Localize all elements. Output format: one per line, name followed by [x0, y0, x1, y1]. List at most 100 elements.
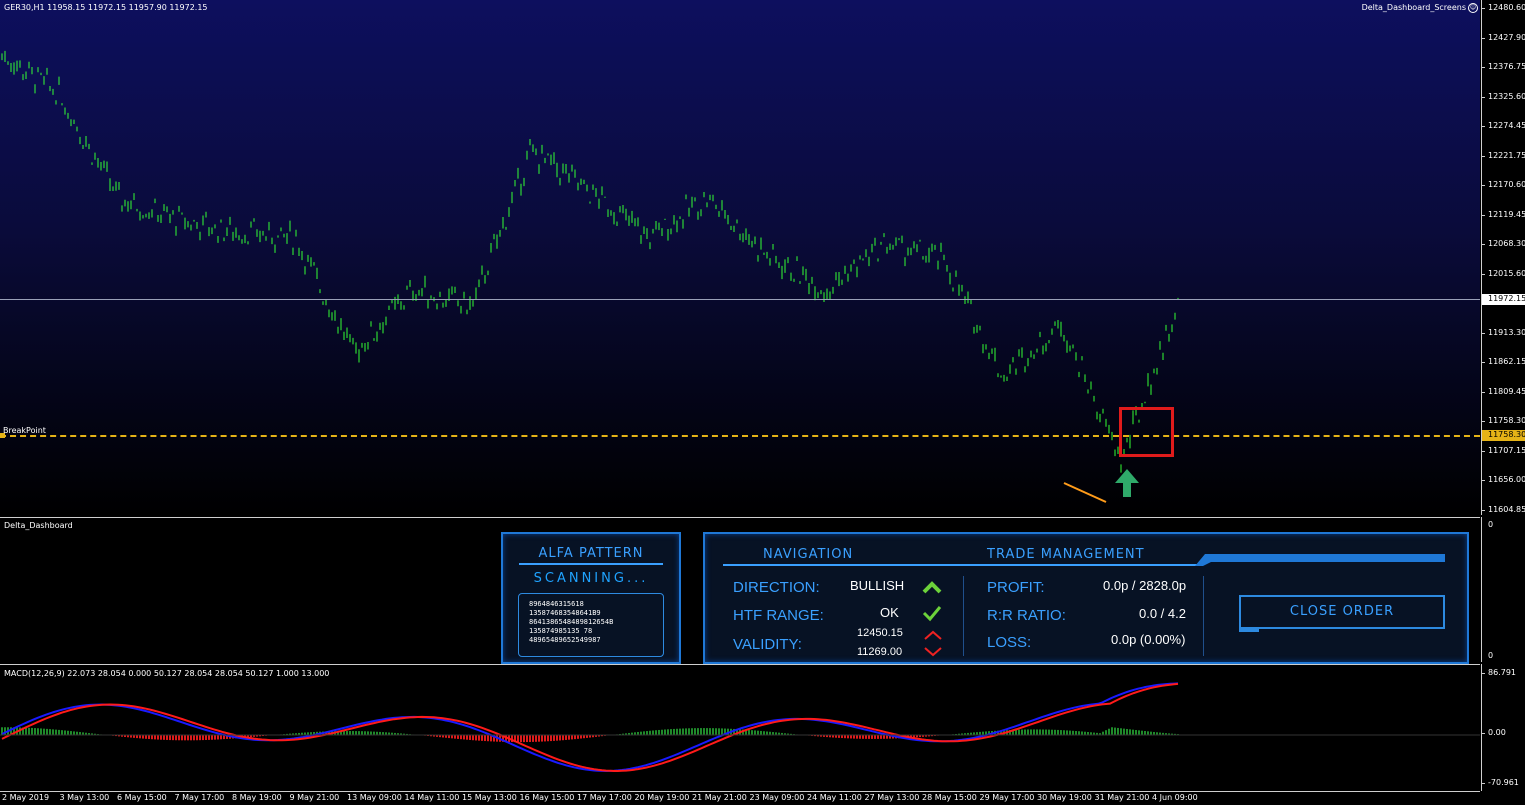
price-tick: 11758.30 [1481, 416, 1525, 425]
header-accent [1195, 554, 1445, 566]
digit-line: 8641386548489812654B [529, 618, 614, 626]
price-tick: 11604.85 [1481, 505, 1525, 514]
macd-axis: 86.791 0.00 -70.961 [1481, 664, 1525, 791]
price-tick: 12480.60 [1481, 3, 1525, 12]
time-label: 3 May 13:00 [59, 793, 110, 802]
divergence-trendline [1063, 482, 1107, 503]
price-axis[interactable]: 12480.60 12427.90 12376.75 12325.60 12274.45… [1481, 0, 1525, 515]
macd-line [1, 682, 1179, 773]
alfa-pattern-panel: ALFA PATTERN SCANNING... 8964846315618 13… [501, 532, 681, 664]
macd-tick-bottom: -70.961 [1481, 778, 1525, 787]
checkmark-icon [922, 606, 942, 622]
chevron-down-red-icon [924, 647, 942, 657]
chevron-up-icon [922, 581, 942, 594]
time-label: 8 May 19:00 [232, 793, 282, 802]
signal-line [1, 682, 1179, 772]
price-tick: 12068.30 [1481, 239, 1525, 248]
digit-line: 8964846315618 [529, 600, 584, 608]
breakpoint-label: BreakPoint [3, 426, 46, 435]
price-tick: 12170.60 [1481, 180, 1525, 189]
scanning-status: SCANNING... [533, 571, 649, 586]
breakpoint-price-tag: 11758.30 [1482, 430, 1525, 441]
dashboard-label: Delta_Dashboard [4, 521, 73, 530]
htf-range-value: OK [880, 605, 899, 620]
loss-value: 0.0p (0.00%) [1111, 632, 1186, 647]
dashboard-pane: Delta_Dashboard ALFA PATTERN SCANNING...… [0, 517, 1480, 664]
column-divider [963, 576, 964, 656]
alfa-title: ALFA PATTERN [538, 546, 644, 561]
time-label: 30 May 19:00 [1037, 793, 1092, 802]
digit-stream: 8964846315618 135874683548641B9 8641386548… [518, 593, 664, 657]
button-accent [1239, 629, 1259, 632]
time-label: 27 May 13:00 [864, 793, 920, 802]
profit-value: 0.0p / 2828.0p [1103, 578, 1187, 593]
time-label: 21 May 21:00 [692, 793, 747, 802]
time-label: 15 May 13:00 [462, 793, 517, 802]
price-candles [1, 50, 1179, 473]
loss-label: LOSS: [987, 634, 1032, 651]
time-label: 16 May 15:00 [519, 793, 575, 802]
buy-arrow-icon [1115, 469, 1139, 497]
price-tick: 12427.90 [1481, 33, 1525, 42]
macd-pane: MACD(12,26,9) 22.073 28.054 0.000 50.127… [0, 664, 1480, 792]
time-label: 13 May 09:00 [347, 793, 402, 802]
close-order-button[interactable]: CLOSE ORDER [1239, 595, 1445, 629]
price-tick: 12376.75 [1481, 62, 1525, 71]
time-label: 20 May 19:00 [634, 793, 690, 802]
direction-label: DIRECTION: [733, 579, 820, 596]
price-tick: 12325.60 [1481, 92, 1525, 101]
signal-box [1119, 407, 1174, 457]
direction-value: BULLISH [850, 578, 905, 593]
time-label: 14 May 11:00 [404, 793, 460, 802]
price-tick: 12119.45 [1481, 210, 1525, 219]
time-label: 29 May 17:00 [979, 793, 1035, 802]
rr-ratio-label: R:R RATIO: [987, 607, 1066, 624]
header-divider [723, 564, 1203, 566]
macd-chart [0, 682, 1480, 773]
dashboard-axis: 0 0 [1481, 517, 1525, 662]
column-divider-2 [1203, 576, 1204, 656]
validity-high: 12450.15 [857, 627, 903, 639]
time-label: 28 May 15:00 [922, 793, 977, 802]
time-label: 4 Jun 09:00 [1152, 793, 1198, 802]
trade-management-title: TRADE MANAGEMENT [987, 547, 1145, 562]
breakpoint-anchor[interactable] [0, 433, 5, 438]
time-label: 9 May 21:00 [289, 793, 340, 802]
time-label: 23 May 09:00 [749, 793, 805, 802]
price-tick: 11862.15 [1481, 357, 1525, 366]
price-tick: 12015.60 [1481, 269, 1525, 278]
price-tick: 11913.30 [1481, 328, 1525, 337]
chevron-up-red-icon [924, 630, 942, 640]
dash-axis-top: 0 [1488, 520, 1494, 529]
validity-low: 11269.00 [857, 646, 903, 658]
rr-ratio-value: 0.0 / 4.2 [1139, 606, 1186, 621]
time-label: 6 May 15:00 [117, 793, 167, 802]
price-tick: 11707.15 [1481, 446, 1525, 455]
price-tick: 12221.75 [1481, 151, 1525, 160]
navigation-title: NAVIGATION [763, 547, 854, 562]
current-price-tag: 11972.15 [1482, 294, 1525, 305]
breakpoint-line[interactable] [0, 435, 1480, 437]
dash-axis-bottom: 0 [1488, 651, 1494, 660]
validity-label: VALIDITY: [733, 636, 802, 653]
digit-line: 135874683548641B9 [529, 609, 601, 617]
alfa-divider [519, 563, 663, 565]
navigation-trade-panel: NAVIGATION TRADE MANAGEMENT DIRECTION: B… [703, 532, 1469, 664]
time-label: 31 May 21:00 [1094, 793, 1150, 802]
macd-tick-zero: 0.00 [1481, 728, 1525, 737]
main-chart[interactable]: GER30,H1 11958.15 11972.15 11957.90 1197… [0, 0, 1480, 515]
profit-label: PROFIT: [987, 579, 1045, 596]
time-label: 2 May 2019 [2, 793, 50, 802]
time-axis: 2 May 2019 3 May 13:00 6 May 15:00 7 May 17… [0, 791, 1480, 805]
macd-tick-top: 86.791 [1481, 668, 1525, 677]
price-tick: 11809.45 [1481, 387, 1525, 396]
time-label: 17 May 17:00 [577, 793, 632, 802]
current-price-line [0, 299, 1480, 300]
digit-line: 48965489652549987 [529, 636, 601, 644]
digit-line: 135874985135 78 [529, 627, 593, 635]
htf-range-label: HTF RANGE: [733, 607, 824, 624]
time-label: 7 May 17:00 [174, 793, 225, 802]
price-tick: 12274.45 [1481, 121, 1525, 130]
price-tick: 11656.00 [1481, 475, 1525, 484]
time-label: 24 May 11:00 [807, 793, 862, 802]
